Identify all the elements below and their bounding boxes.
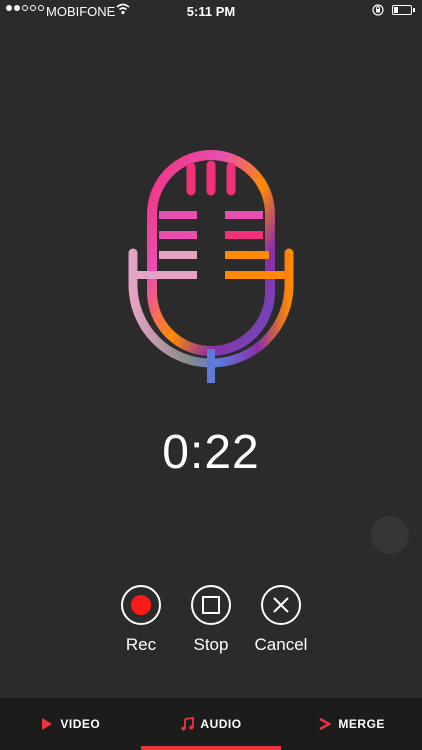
battery-fill bbox=[394, 7, 398, 13]
stop-button-ring bbox=[191, 585, 231, 625]
tab-merge[interactable]: MERGE bbox=[281, 698, 422, 750]
cancel-button[interactable]: Cancel bbox=[246, 585, 316, 655]
stop-icon bbox=[202, 596, 220, 614]
stop-label: Stop bbox=[193, 635, 229, 654]
rec-label: Rec bbox=[125, 635, 157, 654]
rec-button[interactable]: Rec bbox=[106, 585, 176, 655]
tab-bar: VIDEO AUDIO MERGE bbox=[0, 698, 422, 750]
tab-merge-label: MERGE bbox=[338, 717, 385, 731]
rotation-lock-icon bbox=[372, 4, 384, 16]
tab-audio[interactable]: AUDIO bbox=[140, 698, 282, 750]
battery-nub bbox=[413, 8, 415, 12]
tab-audio-label: AUDIO bbox=[200, 717, 242, 731]
tab-video-label: VIDEO bbox=[60, 717, 101, 731]
music-note-icon bbox=[181, 717, 195, 731]
close-icon bbox=[273, 597, 289, 613]
tab-video[interactable]: VIDEO bbox=[0, 698, 141, 750]
merge-arrow-icon bbox=[319, 717, 332, 731]
stop-button[interactable]: Stop bbox=[176, 585, 246, 655]
microphone-icon bbox=[128, 150, 294, 383]
record-button-ring bbox=[121, 585, 161, 625]
assistive-touch-button[interactable] bbox=[371, 516, 409, 554]
recorder-controls: Rec Stop Cancel bbox=[0, 585, 422, 665]
cancel-label: Cancel bbox=[254, 635, 308, 654]
status-time: 5:11 PM bbox=[186, 4, 236, 19]
play-icon bbox=[42, 718, 53, 730]
status-bar: MOBIFONE 5:11 PM bbox=[0, 0, 422, 22]
cancel-button-ring bbox=[261, 585, 301, 625]
record-icon bbox=[131, 595, 151, 615]
battery-icon bbox=[392, 5, 415, 15]
recording-timer: 0:22 bbox=[162, 426, 260, 479]
